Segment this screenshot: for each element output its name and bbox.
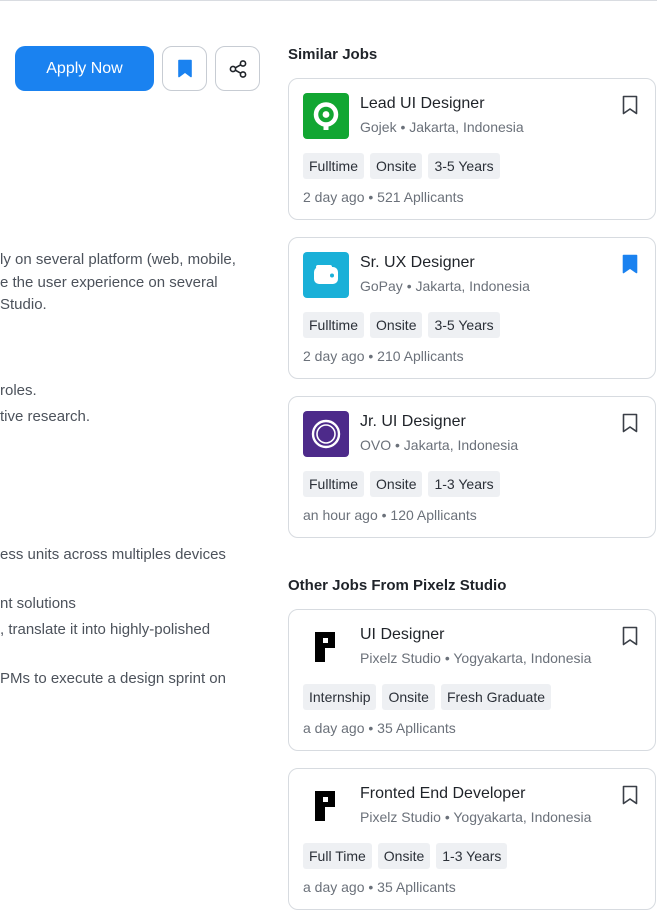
job-card[interactable]: Sr. UX Designer GoPay • Jakarta, Indones… [288, 237, 656, 379]
apply-now-button[interactable]: Apply Now [15, 46, 154, 91]
description-line: nt solutions [0, 595, 76, 612]
job-title[interactable]: Jr. UI Designer [360, 413, 466, 431]
pixelz-logo [303, 783, 349, 829]
bookmark-icon[interactable] [621, 626, 639, 646]
share-icon [229, 59, 246, 78]
job-tag: Onsite [377, 843, 431, 869]
job-tag: Onsite [370, 312, 423, 338]
gopay-logo [303, 252, 349, 298]
job-title[interactable]: UI Designer [360, 626, 444, 644]
job-card[interactable]: UI Designer Pixelz Studio • Yogyakarta, … [288, 609, 656, 751]
job-meta: 2 day ago • 521 Apllicants [303, 189, 464, 205]
job-title[interactable]: Sr. UX Designer [360, 254, 475, 272]
job-tag: Full Time [303, 843, 372, 869]
description-line: roles. [0, 382, 37, 399]
job-tag: Fulltime [303, 471, 365, 497]
save-job-button[interactable] [162, 46, 207, 91]
description-line: Studio. [0, 296, 47, 313]
job-company-location: Gojek • Jakarta, Indonesia [360, 119, 524, 135]
bookmark-icon[interactable] [621, 95, 639, 115]
job-tag: Fulltime [303, 312, 365, 338]
similar-jobs-heading: Similar Jobs [288, 46, 378, 63]
bookmark-icon[interactable] [621, 413, 639, 433]
job-tag: 3-5 Years [428, 153, 500, 179]
description-line: PMs to execute a design sprint on [0, 670, 226, 687]
job-tag: Onsite [382, 684, 435, 710]
top-divider [0, 0, 657, 1]
job-card[interactable]: Lead UI Designer Gojek • Jakarta, Indone… [288, 78, 656, 220]
share-button[interactable] [215, 46, 260, 91]
job-card[interactable]: Jr. UI Designer OVO • Jakarta, Indonesia… [288, 396, 656, 538]
job-tag: Onsite [370, 471, 423, 497]
job-tag: Fresh Graduate [440, 684, 552, 710]
description-line: e the user experience on several [0, 274, 218, 291]
job-meta: 2 day ago • 210 Apllicants [303, 348, 464, 364]
bookmark-icon[interactable] [621, 785, 639, 805]
job-tags: Full Time Onsite 1-3 Years [303, 843, 508, 869]
job-meta: an hour ago • 120 Apllicants [303, 507, 477, 523]
bookmark-filled-icon[interactable] [621, 254, 639, 274]
job-tag: Onsite [370, 153, 423, 179]
job-tag: 1-3 Years [428, 471, 500, 497]
ovo-logo [303, 411, 349, 457]
description-line: ly on several platform (web, mobile, [0, 251, 236, 268]
job-card[interactable]: Fronted End Developer Pixelz Studio • Yo… [288, 768, 656, 910]
job-tag: Fulltime [303, 153, 365, 179]
bookmark-icon [177, 59, 192, 78]
job-tag: Internship [303, 684, 377, 710]
job-tags: Fulltime Onsite 3-5 Years [303, 312, 500, 338]
job-tags: Internship Onsite Fresh Graduate [303, 684, 552, 710]
description-line: ess units across multiples devices [0, 546, 226, 563]
job-tag: 1-3 Years [436, 843, 508, 869]
job-tag: 3-5 Years [428, 312, 500, 338]
pixelz-logo [303, 624, 349, 670]
job-company-location: Pixelz Studio • Yogyakarta, Indonesia [360, 650, 592, 666]
job-title[interactable]: Fronted End Developer [360, 785, 525, 803]
job-tags: Fulltime Onsite 3-5 Years [303, 153, 500, 179]
gojek-logo [303, 93, 349, 139]
job-meta: a day ago • 35 Apllicants [303, 720, 456, 736]
description-line: tive research. [0, 408, 91, 425]
job-meta: a day ago • 35 Apllicants [303, 879, 456, 895]
other-jobs-heading: Other Jobs From Pixelz Studio [288, 577, 507, 594]
job-company-location: OVO • Jakarta, Indonesia [360, 437, 519, 453]
job-title[interactable]: Lead UI Designer [360, 95, 485, 113]
description-line: , translate it into highly-polished [0, 621, 211, 638]
job-company-location: Pixelz Studio • Yogyakarta, Indonesia [360, 809, 592, 825]
job-tags: Fulltime Onsite 1-3 Years [303, 471, 500, 497]
job-company-location: GoPay • Jakarta, Indonesia [360, 278, 530, 294]
